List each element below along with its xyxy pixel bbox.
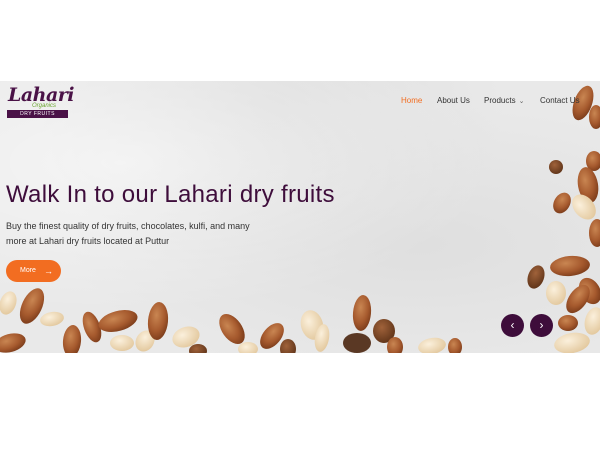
carousel-next-button[interactable]: › <box>530 314 553 337</box>
bottom-nut-pile <box>0 288 462 353</box>
logo-tagline: DRY FRUITS <box>7 110 68 118</box>
nav-products-label: Products <box>484 96 516 105</box>
hero-headline: Walk In to our Lahari dry fruits <box>6 181 335 208</box>
logo-subtitle: Organics <box>32 103 57 109</box>
lahari-logo[interactable]: Lahari Organics DRY FRUITS <box>6 84 75 120</box>
hero-banner: Lahari Organics DRY FRUITS Home About Us… <box>0 81 600 353</box>
right-nut-pile <box>527 85 600 353</box>
more-button-label: More <box>20 267 36 274</box>
nav-contact-us[interactable]: Contact Us <box>540 96 580 105</box>
nav-about-us[interactable]: About Us <box>437 96 470 105</box>
chevron-down-icon: ⌄ <box>518 98 525 105</box>
arrow-right-icon: → <box>44 266 53 276</box>
nav-home[interactable]: Home <box>401 96 422 105</box>
more-button[interactable]: More → <box>6 260 61 282</box>
carousel-prev-button[interactable]: ‹ <box>501 314 524 337</box>
dry-fruits-background <box>0 85 600 353</box>
chevron-right-icon: › <box>539 318 544 332</box>
nav-products[interactable]: Products ⌄ <box>484 96 524 105</box>
hero-description: Buy the finest quality of dry fruits, ch… <box>6 221 250 246</box>
chevron-left-icon: ‹ <box>510 318 515 332</box>
